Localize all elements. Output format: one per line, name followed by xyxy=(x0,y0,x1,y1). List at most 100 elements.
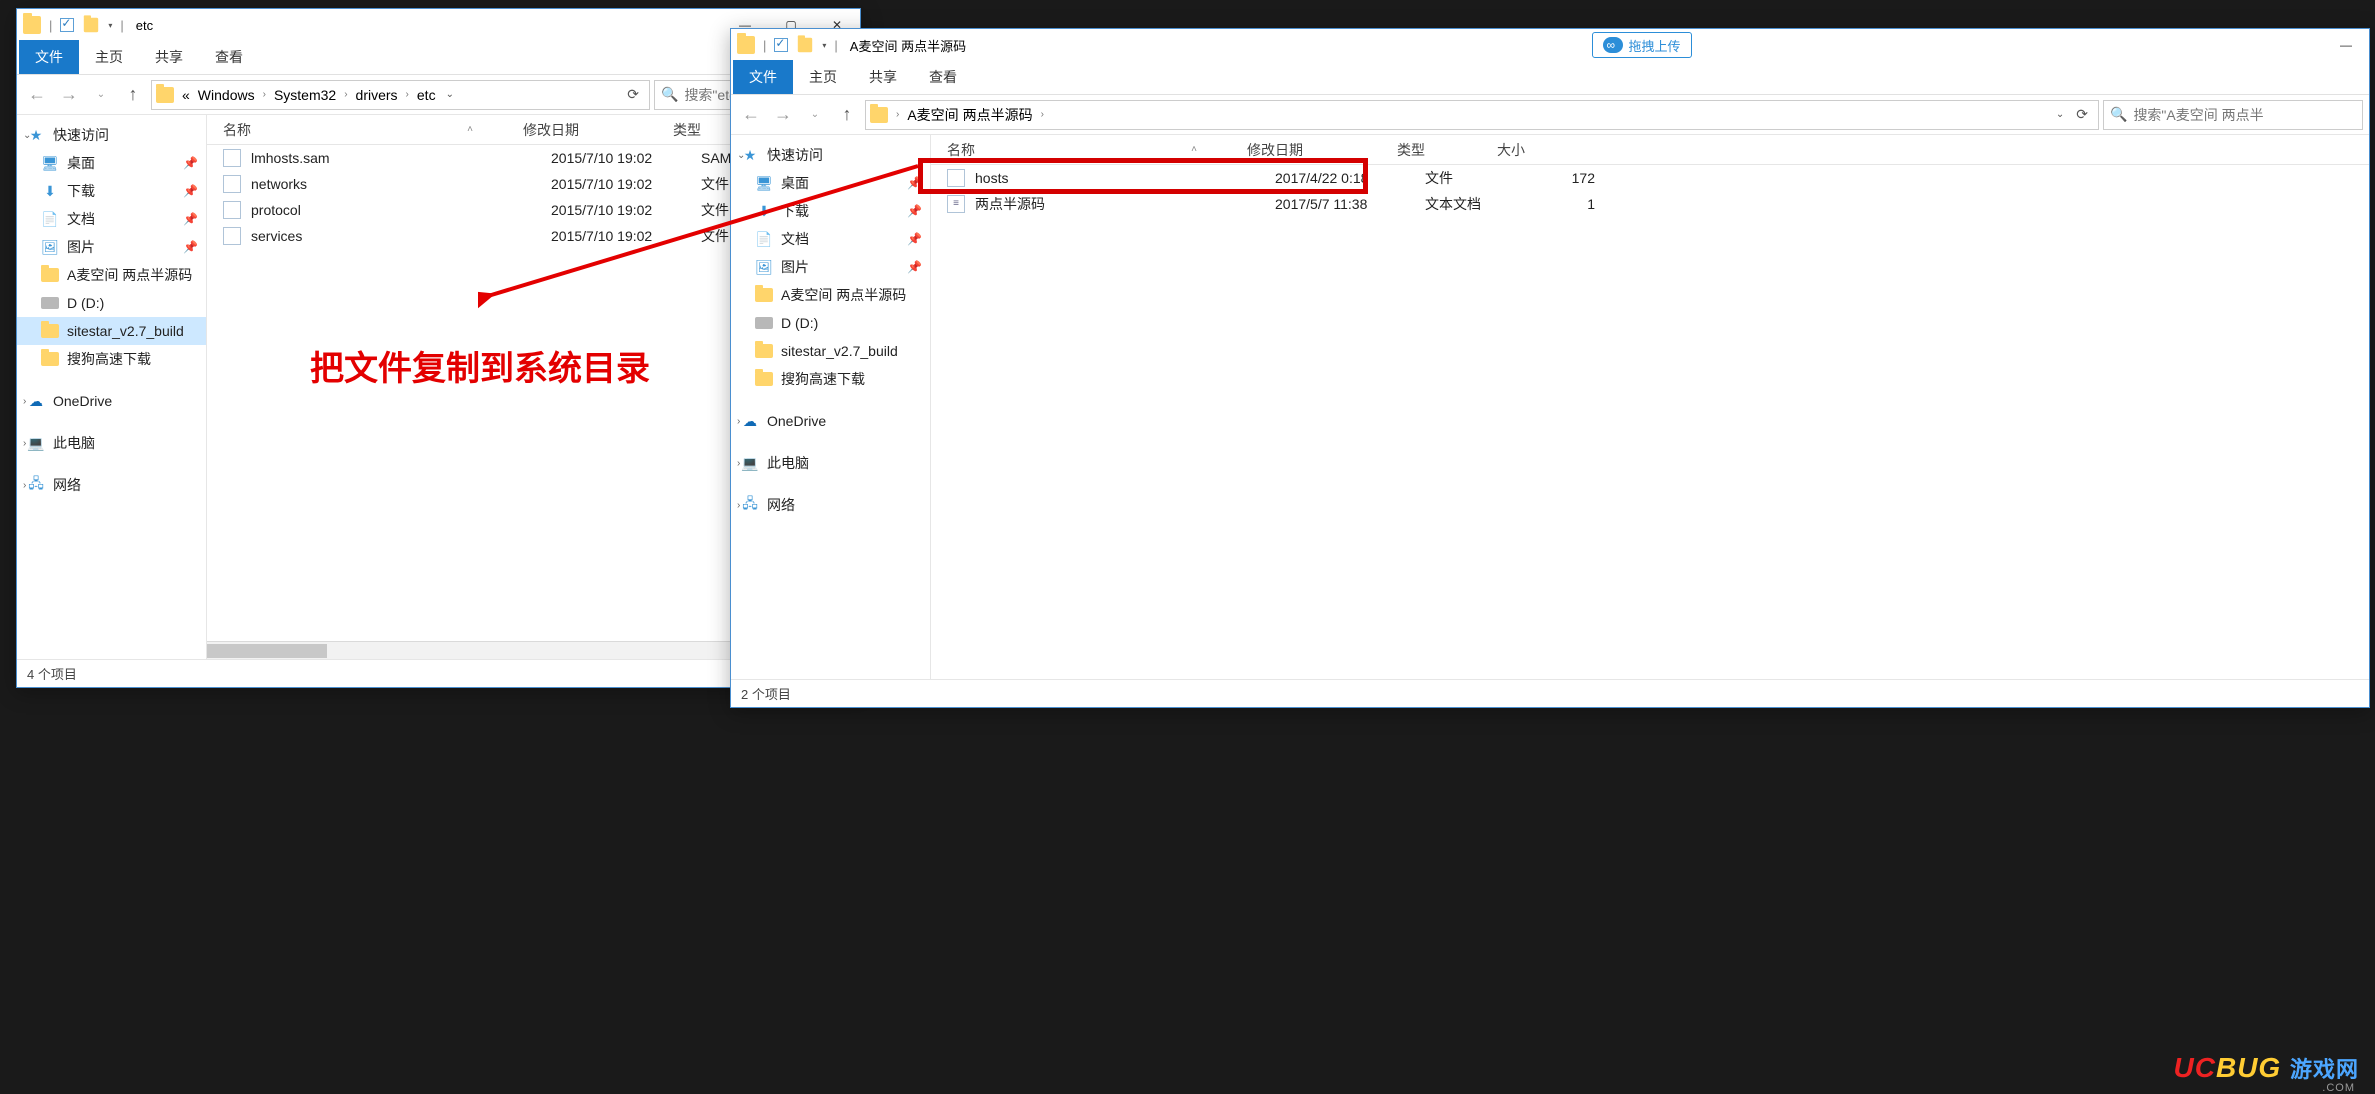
sidebar-quick-access[interactable]: ⌄★快速访问 xyxy=(731,141,930,169)
chevron-right-icon[interactable]: › xyxy=(340,89,351,100)
sidebar-pictures[interactable]: 🖼图片📌 xyxy=(17,233,206,261)
qat-dropdown-icon[interactable]: ▾ xyxy=(822,41,826,50)
sidebar-this-pc[interactable]: ›💻此电脑 xyxy=(17,429,206,457)
col-date[interactable]: 修改日期 xyxy=(523,120,673,140)
file-list: 名称˄ 修改日期 类型 大小 hosts2017/4/22 0:18文件172 … xyxy=(931,135,2369,679)
chevron-right-icon[interactable]: › xyxy=(892,109,903,120)
pin-icon: 📌 xyxy=(907,204,922,218)
ribbon-tabs: 文件 主页 共享 查看 xyxy=(731,61,2369,95)
sidebar-documents[interactable]: 📄文档📌 xyxy=(17,205,206,233)
sidebar-folder-amai[interactable]: A麦空间 两点半源码 xyxy=(17,261,206,289)
folder-icon xyxy=(737,36,755,54)
sidebar-desktop[interactable]: 🖥桌面📌 xyxy=(731,169,930,197)
nav-recent-dropdown[interactable]: ⌄ xyxy=(801,101,829,129)
breadcrumb-seg[interactable]: drivers xyxy=(352,87,402,103)
breadcrumb-seg[interactable]: « xyxy=(178,87,194,103)
chevron-right-icon[interactable]: › xyxy=(402,89,413,100)
search-placeholder: 搜索"A麦空间 两点半 xyxy=(2133,105,2263,125)
tab-file[interactable]: 文件 xyxy=(19,40,79,74)
sidebar-drive-d[interactable]: D (D:) xyxy=(17,289,206,317)
pin-icon: 📌 xyxy=(907,260,922,274)
breadcrumb-seg[interactable]: etc xyxy=(413,87,440,103)
sidebar-pictures[interactable]: 🖼图片📌 xyxy=(731,253,930,281)
tab-view[interactable]: 查看 xyxy=(913,60,973,94)
minimize-button[interactable]: — xyxy=(2323,29,2369,61)
nav-recent-dropdown[interactable]: ⌄ xyxy=(87,81,115,109)
file-row-hosts[interactable]: hosts2017/4/22 0:18文件172 xyxy=(931,165,2369,191)
qat-newfolder-icon[interactable] xyxy=(84,18,98,32)
sidebar-onedrive[interactable]: ›☁OneDrive xyxy=(731,407,930,435)
nav-up-button[interactable]: ↑ xyxy=(833,101,861,129)
sidebar-folder-sitestar[interactable]: sitestar_v2.7_build xyxy=(17,317,206,345)
pin-icon: 📌 xyxy=(183,212,198,226)
tab-file[interactable]: 文件 xyxy=(733,60,793,94)
tab-home[interactable]: 主页 xyxy=(793,60,853,94)
sidebar-folder-amai[interactable]: A麦空间 两点半源码 xyxy=(731,281,930,309)
pin-icon: 📌 xyxy=(907,232,922,246)
search-input[interactable]: 🔍 搜索"A麦空间 两点半 xyxy=(2103,100,2363,130)
tab-view[interactable]: 查看 xyxy=(199,40,259,74)
sidebar: ⌄★快速访问 🖥桌面📌 ⬇下载📌 📄文档📌 🖼图片📌 A麦空间 两点半源码 D … xyxy=(17,115,207,659)
refresh-button[interactable]: ⟳ xyxy=(2070,106,2094,123)
col-name[interactable]: 名称˄ xyxy=(947,140,1247,160)
nav-forward-button[interactable]: → xyxy=(769,101,797,129)
search-icon: 🔍 xyxy=(661,86,678,103)
chevron-right-icon[interactable]: › xyxy=(1037,109,1048,120)
qat-properties-icon[interactable] xyxy=(60,18,74,32)
folder-icon xyxy=(870,107,888,123)
col-size[interactable]: 大小 xyxy=(1497,140,1567,160)
nav-forward-button[interactable]: → xyxy=(55,81,83,109)
status-bar: 2 个项目 xyxy=(731,679,2369,707)
tab-share[interactable]: 共享 xyxy=(853,60,913,94)
col-name[interactable]: 名称˄ xyxy=(223,120,523,140)
sidebar-network[interactable]: ›🖧网络 xyxy=(731,491,930,519)
item-count: 4 个项目 xyxy=(27,664,77,683)
address-bar[interactable]: « Windows› System32› drivers› etc ⌄ ⟳ xyxy=(151,80,650,110)
pin-icon: 📌 xyxy=(183,240,198,254)
breadcrumb-seg[interactable]: Windows xyxy=(194,87,259,103)
tab-share[interactable]: 共享 xyxy=(139,40,199,74)
col-date[interactable]: 修改日期 xyxy=(1247,140,1397,160)
sort-indicator-icon: ˄ xyxy=(1191,144,1197,155)
chevron-right-icon[interactable]: › xyxy=(259,89,270,100)
nav-up-button[interactable]: ↑ xyxy=(119,81,147,109)
qat-properties-icon[interactable] xyxy=(774,38,788,52)
titlebar[interactable]: | ▾ | A麦空间 两点半源码 拖拽上传 — xyxy=(731,29,2369,61)
breadcrumb-seg[interactable]: System32 xyxy=(270,87,340,103)
breadcrumb-seg[interactable]: A麦空间 两点半源码 xyxy=(903,105,1036,125)
scroll-thumb[interactable] xyxy=(207,644,327,658)
sidebar-drive-d[interactable]: D (D:) xyxy=(731,309,930,337)
file-icon xyxy=(223,201,241,219)
file-row[interactable]: 两点半源码2017/5/7 11:38文本文档1 xyxy=(931,191,2369,217)
search-icon: 🔍 xyxy=(2110,106,2127,123)
qat-separator: | xyxy=(120,18,123,33)
pin-icon: 📌 xyxy=(907,176,922,190)
sidebar-downloads[interactable]: ⬇下载📌 xyxy=(17,177,206,205)
qat-dropdown-icon[interactable]: ▾ xyxy=(108,21,112,30)
sidebar-network[interactable]: ›🖧网络 xyxy=(17,471,206,499)
qat-separator: | xyxy=(834,38,837,53)
nav-back-button[interactable]: ← xyxy=(23,81,51,109)
address-dropdown-icon[interactable]: ⌄ xyxy=(2050,109,2070,120)
tab-home[interactable]: 主页 xyxy=(79,40,139,74)
upload-button[interactable]: 拖拽上传 xyxy=(1592,32,1692,58)
sidebar-folder-sitestar[interactable]: sitestar_v2.7_build xyxy=(731,337,930,365)
watermark: UCBUG 游戏网 .COM xyxy=(2174,1052,2359,1084)
sidebar-folder-sogou[interactable]: 搜狗高速下载 xyxy=(17,345,206,373)
col-type[interactable]: 类型 xyxy=(1397,140,1497,160)
refresh-button[interactable]: ⟳ xyxy=(621,86,645,103)
annotation-text: 把文件复制到系统目录 xyxy=(310,330,650,408)
file-icon xyxy=(947,169,965,187)
sidebar-desktop[interactable]: 🖥桌面📌 xyxy=(17,149,206,177)
sort-indicator-icon: ˄ xyxy=(467,124,473,135)
sidebar-documents[interactable]: 📄文档📌 xyxy=(731,225,930,253)
sidebar-this-pc[interactable]: ›💻此电脑 xyxy=(731,449,930,477)
sidebar-downloads[interactable]: ⬇下载📌 xyxy=(731,197,930,225)
sidebar-folder-sogou[interactable]: 搜狗高速下载 xyxy=(731,365,930,393)
sidebar-quick-access[interactable]: ⌄★快速访问 xyxy=(17,121,206,149)
address-dropdown-icon[interactable]: ⌄ xyxy=(440,89,460,100)
address-bar[interactable]: › A麦空间 两点半源码 › ⌄ ⟳ xyxy=(865,100,2099,130)
qat-newfolder-icon[interactable] xyxy=(798,38,812,52)
nav-back-button[interactable]: ← xyxy=(737,101,765,129)
sidebar-onedrive[interactable]: ›☁OneDrive xyxy=(17,387,206,415)
